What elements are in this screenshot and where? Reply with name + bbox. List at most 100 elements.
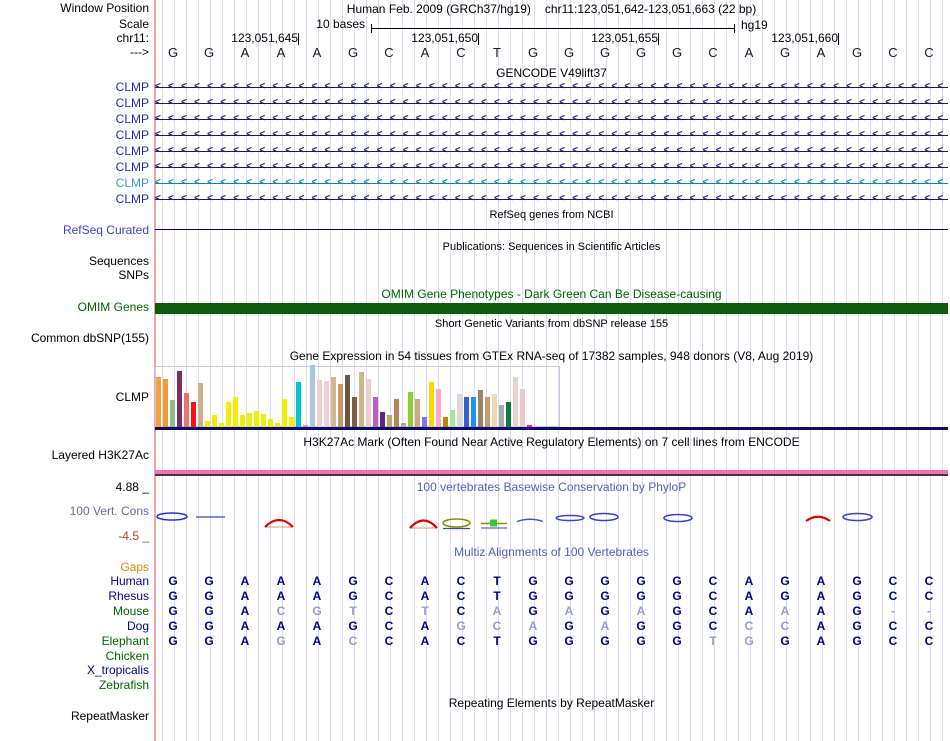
multiz-species-label[interactable]: Chicken [0,650,149,663]
reverse-strand-arrows: <<<<<<<<<<<<<<<<<<<<<<<<<<<<<<<<<<<<<<<<… [155,81,948,94]
gencode-gene-label[interactable]: CLMP [0,81,149,94]
gtex-tissue-bar[interactable] [387,415,392,427]
omim-gene-bar[interactable] [155,303,948,314]
multiz-species-label[interactable]: Elephant [0,635,149,648]
gtex-tissue-bar[interactable] [338,384,343,427]
gtex-tissue-bar[interactable] [240,415,245,427]
gencode-transcript-item[interactable]: <<<<<<<<<<<<<<<<<<<<<<<<<<<<<<<<<<<<<<<<… [155,81,948,94]
alignment-base: G [852,589,862,603]
gtex-tissue-bar[interactable] [233,397,238,427]
gencode-gene-label[interactable]: CLMP [0,193,149,206]
refseq-track-title: RefSeq genes from NCBI [489,209,614,221]
gtex-tissue-bar[interactable] [457,394,462,427]
gtex-tissue-bar[interactable] [212,415,217,427]
gtex-tissue-bar[interactable] [261,414,266,427]
gtex-tissue-bar[interactable] [310,365,315,427]
gtex-tissue-bar[interactable] [226,402,231,427]
alignment-base: A [816,634,826,648]
gtex-tissue-bar[interactable] [359,372,364,427]
gtex-tissue-bar[interactable] [436,389,441,427]
gtex-tissue-bar[interactable] [352,397,357,427]
gtex-tissue-bar[interactable] [184,393,189,427]
multiz-species-label[interactable]: Dog [0,620,149,633]
gencode-gene-label[interactable]: CLMP [0,97,149,110]
gencode-transcript-item[interactable]: <<<<<<<<<<<<<<<<<<<<<<<<<<<<<<<<<<<<<<<<… [155,97,948,110]
gencode-transcript-item[interactable]: <<<<<<<<<<<<<<<<<<<<<<<<<<<<<<<<<<<<<<<<… [155,145,948,158]
gtex-tissue-bar[interactable] [464,397,469,427]
gtex-tissue-bar[interactable] [471,397,476,427]
gencode-gene-label[interactable]: CLMP [0,113,149,126]
gtex-tissue-bar[interactable] [394,399,399,427]
gtex-tissue-bar[interactable] [268,419,273,427]
omim-genes-label[interactable]: OMIM Genes [0,301,149,314]
gtex-tissue-bar[interactable] [380,412,385,427]
phylop-track-label[interactable]: 100 Vert. Cons [0,505,149,518]
multiz-species-label[interactable]: X_tropicalis [0,664,149,677]
gtex-tissue-bar[interactable] [506,402,511,427]
multiz-species-label[interactable]: Human [0,575,149,588]
alignment-base: C [348,634,358,648]
alignment-base: A [240,634,250,648]
gencode-transcript-item[interactable]: <<<<<<<<<<<<<<<<<<<<<<<<<<<<<<<<<<<<<<<<… [155,193,948,206]
gencode-transcript-item[interactable]: <<<<<<<<<<<<<<<<<<<<<<<<<<<<<<<<<<<<<<<<… [155,113,948,126]
gtex-tissue-bar[interactable] [485,397,490,427]
alignment-base: G [204,589,214,603]
gtex-tissue-bar[interactable] [443,417,448,427]
refseq-curated-item[interactable] [155,229,948,230]
gtex-tissue-bar[interactable] [156,377,161,427]
scale-value: 10 bases [316,17,365,31]
gencode-transcript-item[interactable]: <<<<<<<<<<<<<<<<<<<<<<<<<<<<<<<<<<<<<<<<… [155,129,948,142]
repeatmasker-track-label[interactable]: RepeatMasker [0,710,149,723]
refseq-curated-label[interactable]: RefSeq Curated [0,224,149,237]
gtex-tissue-bar[interactable] [373,397,378,427]
h3k27ac-track-label[interactable]: Layered H3K27Ac [0,449,149,462]
gencode-gene-label[interactable]: CLMP [0,177,149,190]
alignment-base: A [492,604,502,618]
publications-sequences-label[interactable]: Sequences [0,255,149,268]
alignment-base: A [312,634,322,648]
gtex-tissue-bar[interactable] [324,381,329,427]
gtex-tissue-bar[interactable] [254,411,259,427]
gencode-gene-label[interactable]: CLMP [0,145,149,158]
gtex-tissue-bar[interactable] [513,377,518,427]
gtex-tissue-bar[interactable] [331,377,336,427]
gtex-tissue-bar[interactable] [345,375,350,427]
gtex-tissue-bar[interactable] [492,394,497,427]
gtex-tissue-bar[interactable] [499,405,504,427]
h3k27ac-track-title: H3K27Ac Mark (Often Found Near Active Re… [303,435,800,449]
assembly-name: Human Feb. 2009 (GRCh37/hg19) [346,2,531,16]
gencode-transcript-item[interactable]: <<<<<<<<<<<<<<<<<<<<<<<<<<<<<<<<<<<<<<<<… [155,177,948,190]
multiz-gaps-label[interactable]: Gaps [0,561,149,574]
gtex-tissue-bar[interactable] [317,380,322,427]
conservation-marks[interactable] [155,505,948,540]
multiz-species-label[interactable]: Rhesus [0,590,149,603]
multiz-species-label[interactable]: Zebrafish [0,679,149,692]
gtex-tissue-bar[interactable] [163,379,168,427]
gencode-transcript-item[interactable]: <<<<<<<<<<<<<<<<<<<<<<<<<<<<<<<<<<<<<<<<… [155,161,948,174]
gtex-tissue-bar[interactable] [170,400,175,427]
gtex-tissue-bar[interactable] [289,417,294,427]
alignment-base: A [816,574,826,588]
multiz-species-label[interactable]: Mouse [0,605,149,618]
gencode-gene-label[interactable]: CLMP [0,129,149,142]
window-position-label: Window Position [60,1,149,15]
gtex-tissue-bar[interactable] [198,383,203,427]
gtex-tissue-bar[interactable] [450,410,455,427]
dbsnp-track-label[interactable]: Common dbSNP(155) [0,332,149,345]
gtex-tissue-bar[interactable] [408,392,413,427]
publications-snps-label[interactable]: SNPs [0,269,149,282]
gtex-tissue-bar[interactable] [422,417,427,427]
gencode-gene-label[interactable]: CLMP [0,161,149,174]
gtex-tissue-bar[interactable] [415,399,420,427]
gtex-tissue-bar[interactable] [520,389,525,427]
gtex-tissue-bar[interactable] [177,371,182,427]
gtex-tissue-bar[interactable] [191,402,196,427]
gtex-tissue-bar[interactable] [366,379,371,427]
gtex-gene-label[interactable]: CLMP [0,391,149,404]
alignment-base: A [816,604,826,618]
gtex-tissue-bar[interactable] [429,382,434,427]
gtex-tissue-bar[interactable] [296,382,301,427]
gtex-tissue-bar[interactable] [282,399,287,427]
gtex-tissue-bar[interactable] [478,390,483,427]
gtex-tissue-bar[interactable] [247,413,252,427]
